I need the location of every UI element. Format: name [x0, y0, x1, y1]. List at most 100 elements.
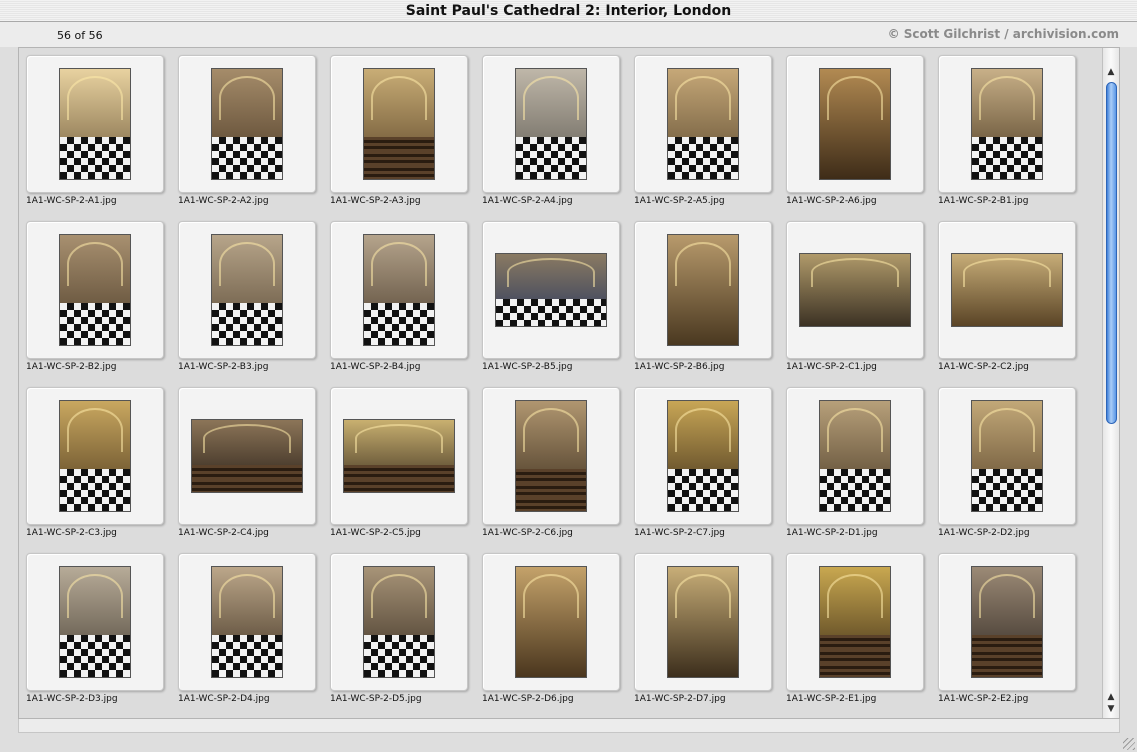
thumbnail-item[interactable]: 1A1-WC-SP-2-D6.jpg [475, 546, 620, 706]
thumbnail-image[interactable] [211, 566, 283, 678]
thumbnail-floor-shape [668, 469, 738, 511]
thumbnail-frame[interactable] [178, 553, 316, 691]
thumbnail-frame[interactable] [482, 221, 620, 359]
thumbnail-frame[interactable] [938, 221, 1076, 359]
thumbnail-image[interactable] [515, 400, 587, 512]
thumbnail-item[interactable]: 1A1-WC-SP-2-C2.jpg [931, 214, 1076, 374]
thumbnail-frame[interactable] [786, 55, 924, 193]
thumbnail-image[interactable] [343, 419, 455, 493]
thumbnail-image[interactable] [971, 68, 1043, 180]
thumbnail-image[interactable] [363, 68, 435, 180]
thumbnail-image[interactable] [951, 253, 1063, 327]
thumbnail-image[interactable] [799, 253, 911, 327]
thumbnail-image[interactable] [59, 68, 131, 180]
thumbnail-image[interactable] [971, 566, 1043, 678]
thumbnail-image[interactable] [363, 234, 435, 346]
thumbnail-item[interactable]: 1A1-WC-SP-2-E1.jpg [779, 546, 924, 706]
thumbnail-filename: 1A1-WC-SP-2-C6.jpg [482, 528, 573, 538]
scroll-thumb[interactable] [1106, 82, 1117, 424]
thumbnail-item[interactable]: 1A1-WC-SP-2-A1.jpg [19, 48, 164, 208]
thumbnail-item[interactable]: 1A1-WC-SP-2-D7.jpg [627, 546, 772, 706]
thumbnail-frame[interactable] [786, 553, 924, 691]
credit-label: © Scott Gilchrist / archivision.com [887, 27, 1119, 41]
thumbnail-frame[interactable] [634, 553, 772, 691]
thumbnail-item[interactable]: 1A1-WC-SP-2-D3.jpg [19, 546, 164, 706]
thumbnail-frame[interactable] [330, 221, 468, 359]
thumbnail-frame[interactable] [178, 55, 316, 193]
thumbnail-image[interactable] [363, 566, 435, 678]
thumbnail-frame[interactable] [26, 55, 164, 193]
thumbnail-item[interactable]: 1A1-WC-SP-2-C6.jpg [475, 380, 620, 540]
thumbnail-frame[interactable] [482, 55, 620, 193]
thumbnail-item[interactable]: 1A1-WC-SP-2-D2.jpg [931, 380, 1076, 540]
thumbnail-arch-shape [507, 258, 595, 288]
thumbnail-frame[interactable] [634, 387, 772, 525]
thumbnail-item[interactable]: 1A1-WC-SP-2-B4.jpg [323, 214, 468, 374]
thumbnail-item[interactable]: 1A1-WC-SP-2-C1.jpg [779, 214, 924, 374]
thumbnail-item[interactable]: 1A1-WC-SP-2-A3.jpg [323, 48, 468, 208]
thumbnail-item[interactable]: 1A1-WC-SP-2-A5.jpg [627, 48, 772, 208]
thumbnail-filename: 1A1-WC-SP-2-A3.jpg [330, 196, 421, 206]
thumbnail-frame[interactable] [786, 221, 924, 359]
thumbnail-item[interactable]: 1A1-WC-SP-2-A2.jpg [171, 48, 316, 208]
thumbnail-item[interactable]: 1A1-WC-SP-2-B2.jpg [19, 214, 164, 374]
thumbnail-item[interactable]: 1A1-WC-SP-2-A6.jpg [779, 48, 924, 208]
thumbnail-image[interactable] [515, 68, 587, 180]
thumbnail-filename: 1A1-WC-SP-2-B1.jpg [938, 196, 1029, 206]
thumbnail-frame[interactable] [634, 55, 772, 193]
thumbnail-frame[interactable] [938, 387, 1076, 525]
thumbnail-filename: 1A1-WC-SP-2-A6.jpg [786, 196, 877, 206]
thumbnail-frame[interactable] [178, 387, 316, 525]
resize-grip-icon[interactable] [1123, 738, 1135, 750]
scroll-up-arrow-icon[interactable]: ▲ [1105, 66, 1117, 78]
thumbnail-filename: 1A1-WC-SP-2-D5.jpg [330, 694, 422, 704]
thumbnail-item[interactable]: 1A1-WC-SP-2-B5.jpg [475, 214, 620, 374]
thumbnail-image[interactable] [667, 566, 739, 678]
thumbnail-image[interactable] [515, 566, 587, 678]
thumbnail-frame[interactable] [786, 387, 924, 525]
thumbnail-image[interactable] [59, 234, 131, 346]
thumbnail-frame[interactable] [938, 55, 1076, 193]
scroll-up-arrow-bottom-icon[interactable]: ▲ [1105, 691, 1117, 703]
thumbnail-frame[interactable] [482, 553, 620, 691]
thumbnail-image[interactable] [819, 68, 891, 180]
thumbnail-item[interactable]: 1A1-WC-SP-2-D1.jpg [779, 380, 924, 540]
thumbnail-floor-shape [344, 464, 454, 492]
thumbnail-item[interactable]: 1A1-WC-SP-2-B1.jpg [931, 48, 1076, 208]
thumbnail-item[interactable]: 1A1-WC-SP-2-C5.jpg [323, 380, 468, 540]
thumbnail-item[interactable]: 1A1-WC-SP-2-E2.jpg [931, 546, 1076, 706]
vertical-scrollbar[interactable]: ▲ ▲ ▼ [1102, 48, 1119, 718]
thumbnail-frame[interactable] [634, 221, 772, 359]
thumbnail-item[interactable]: 1A1-WC-SP-2-C4.jpg [171, 380, 316, 540]
thumbnail-image[interactable] [211, 234, 283, 346]
thumbnail-image[interactable] [211, 68, 283, 180]
thumbnail-frame[interactable] [26, 221, 164, 359]
thumbnail-frame[interactable] [482, 387, 620, 525]
thumbnail-item[interactable]: 1A1-WC-SP-2-B3.jpg [171, 214, 316, 374]
thumbnail-image[interactable] [191, 419, 303, 493]
thumbnail-image[interactable] [667, 234, 739, 346]
thumbnail-item[interactable]: 1A1-WC-SP-2-C7.jpg [627, 380, 772, 540]
thumbnail-item[interactable]: 1A1-WC-SP-2-D5.jpg [323, 546, 468, 706]
thumbnail-image[interactable] [667, 68, 739, 180]
thumbnail-item[interactable]: 1A1-WC-SP-2-B6.jpg [627, 214, 772, 374]
thumbnail-image[interactable] [971, 400, 1043, 512]
thumbnail-image[interactable] [59, 400, 131, 512]
thumbnail-image[interactable] [495, 253, 607, 327]
thumbnail-frame[interactable] [26, 553, 164, 691]
thumbnail-item[interactable]: 1A1-WC-SP-2-C3.jpg [19, 380, 164, 540]
thumbnail-image[interactable] [819, 400, 891, 512]
thumbnail-frame[interactable] [178, 221, 316, 359]
thumbnail-image[interactable] [819, 566, 891, 678]
scroll-down-arrow-icon[interactable]: ▼ [1105, 703, 1117, 715]
thumbnail-image[interactable] [667, 400, 739, 512]
thumbnail-frame[interactable] [330, 553, 468, 691]
thumbnail-frame[interactable] [938, 553, 1076, 691]
thumbnail-item[interactable]: 1A1-WC-SP-2-A4.jpg [475, 48, 620, 208]
thumbnail-filename: 1A1-WC-SP-2-D7.jpg [634, 694, 726, 704]
thumbnail-frame[interactable] [330, 55, 468, 193]
thumbnail-item[interactable]: 1A1-WC-SP-2-D4.jpg [171, 546, 316, 706]
thumbnail-frame[interactable] [26, 387, 164, 525]
thumbnail-image[interactable] [59, 566, 131, 678]
thumbnail-frame[interactable] [330, 387, 468, 525]
